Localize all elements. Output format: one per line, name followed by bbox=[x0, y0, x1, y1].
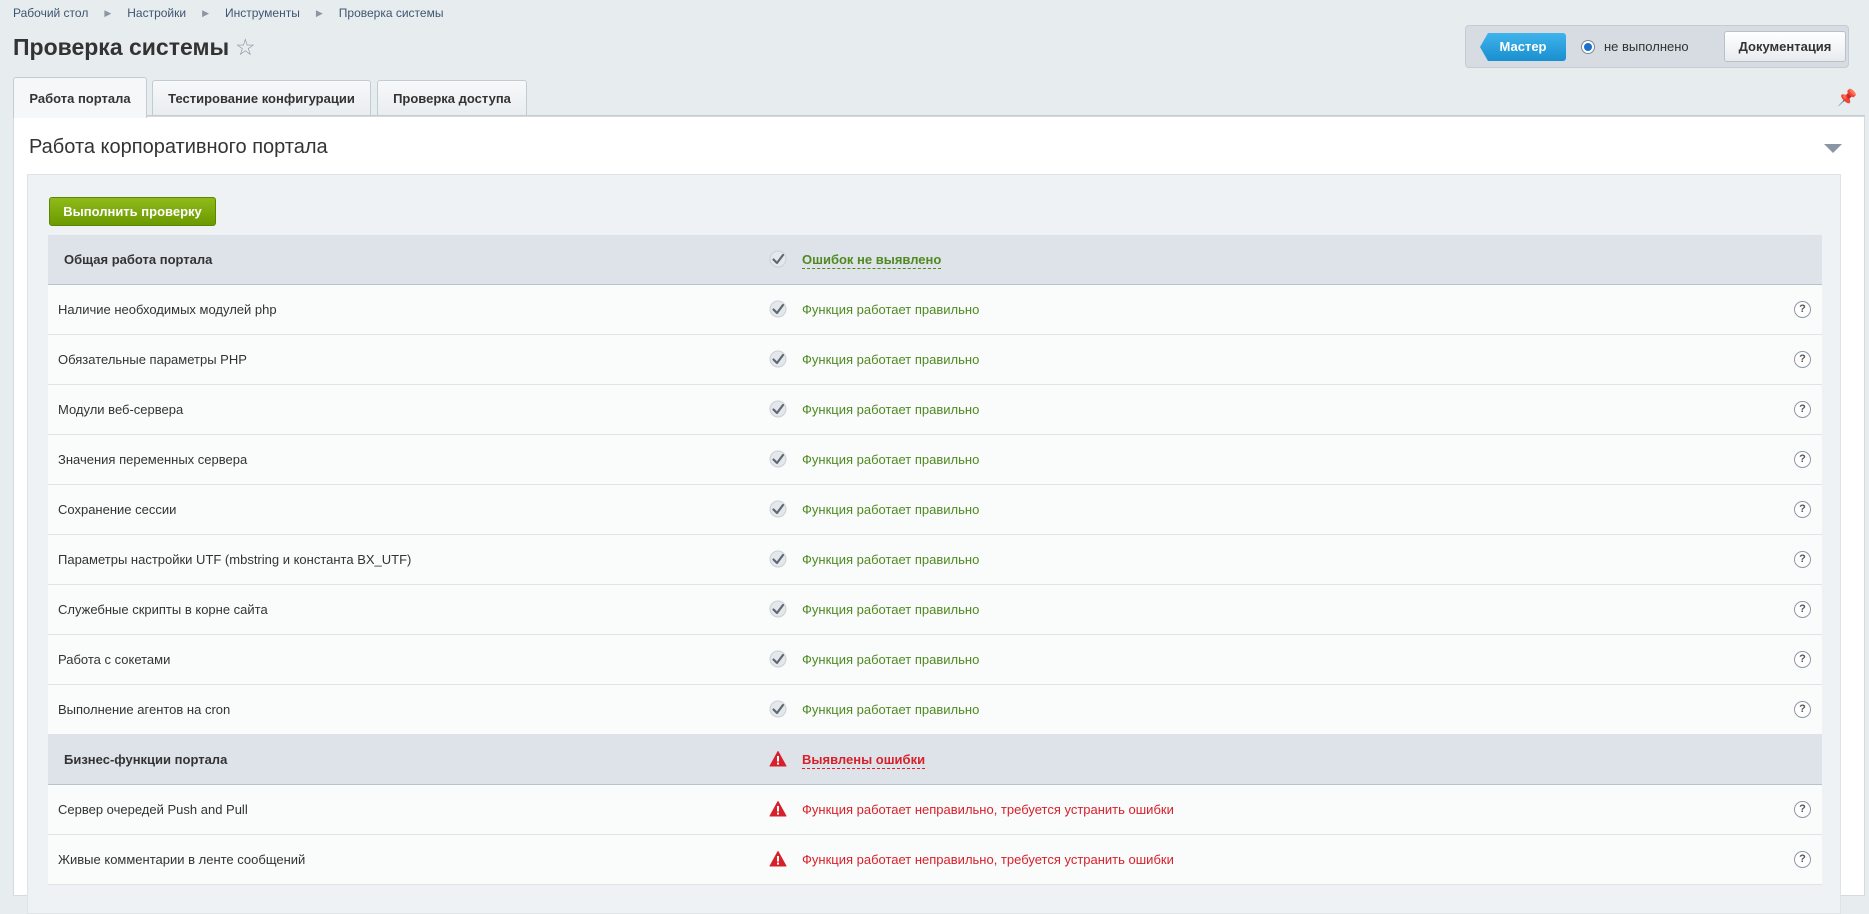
check-name: Бизнес-функции портала bbox=[64, 752, 228, 767]
master-button[interactable]: Мастер bbox=[1480, 33, 1566, 61]
warning-icon bbox=[769, 750, 787, 768]
check-icon bbox=[769, 450, 787, 468]
wizard-panel: Мастер не выполнено Документация bbox=[1465, 25, 1849, 68]
check-status: Функция работает правильно bbox=[802, 352, 980, 367]
check-status: Функция работает правильно bbox=[802, 702, 980, 717]
check-name: Служебные скрипты в корне сайта bbox=[58, 602, 268, 617]
check-name: Модули веб-сервера bbox=[58, 402, 184, 417]
group-row: Бизнес-функции портала Выявлены ошибки bbox=[48, 735, 1822, 785]
table-row: Работа с сокетами Функция работает правил… bbox=[48, 635, 1822, 685]
group-row: Общая работа портала Ошибок не выявлено bbox=[48, 235, 1822, 285]
help-icon[interactable]: ? bbox=[1794, 301, 1811, 318]
check-name: Наличие необходимых модулей php bbox=[58, 302, 277, 317]
check-icon bbox=[769, 600, 787, 618]
help-icon[interactable]: ? bbox=[1794, 501, 1811, 518]
collapse-icon[interactable] bbox=[1824, 144, 1842, 153]
table-row: Сохранение сессии Функция работает правил… bbox=[48, 485, 1822, 535]
help-icon[interactable]: ? bbox=[1794, 851, 1811, 868]
pin-icon[interactable]: 📌 bbox=[1837, 88, 1857, 108]
check-status[interactable]: Ошибок не выявлено bbox=[802, 252, 942, 269]
breadcrumb-item-current[interactable]: Проверка системы bbox=[339, 6, 444, 20]
table-row: Выполнение агентов на cron Функция работа… bbox=[48, 685, 1822, 735]
check-status: Функция работает правильно bbox=[802, 552, 980, 567]
check-name: Выполнение агентов на cron bbox=[58, 702, 231, 717]
breadcrumb: Рабочий стол ▶ Настройки ▶ Инструменты ▶… bbox=[13, 6, 443, 20]
table-row: Значения переменных сервера Функция работ… bbox=[48, 435, 1822, 485]
check-name: Обязательные параметры PHP bbox=[58, 352, 247, 367]
page-title: Проверка системы bbox=[13, 34, 230, 60]
help-icon[interactable]: ? bbox=[1794, 651, 1811, 668]
help-icon[interactable]: ? bbox=[1794, 601, 1811, 618]
check-icon bbox=[769, 250, 787, 268]
check-icon bbox=[769, 350, 787, 368]
help-icon[interactable]: ? bbox=[1794, 451, 1811, 468]
check-icon bbox=[769, 550, 787, 568]
check-status: Функция работает неправильно, требуется … bbox=[802, 802, 1174, 817]
breadcrumb-item-settings[interactable]: Настройки bbox=[127, 6, 186, 20]
check-icon bbox=[769, 300, 787, 318]
check-name: Живые комментарии в ленте сообщений bbox=[58, 852, 306, 867]
check-status: Функция работает правильно bbox=[802, 302, 980, 317]
check-name: Сервер очередей Push and Pull bbox=[58, 802, 248, 817]
help-icon[interactable]: ? bbox=[1794, 551, 1811, 568]
tab-portal-work[interactable]: Работа портала bbox=[13, 77, 147, 118]
check-name: Работа с сокетами bbox=[58, 652, 171, 667]
check-name: Параметры настройки UTF (mbstring и конс… bbox=[58, 552, 412, 567]
status-indicator-icon bbox=[1581, 40, 1595, 54]
warning-icon bbox=[769, 800, 787, 818]
help-icon[interactable]: ? bbox=[1794, 701, 1811, 718]
check-panel: Выполнить проверку Общая работа портала О… bbox=[27, 174, 1841, 914]
help-icon[interactable]: ? bbox=[1794, 801, 1811, 818]
table-row: Служебные скрипты в корне сайта Функция р… bbox=[48, 585, 1822, 635]
check-status: Функция работает правильно bbox=[802, 602, 980, 617]
check-status: Функция работает правильно bbox=[802, 402, 980, 417]
star-icon[interactable]: ☆ bbox=[235, 34, 256, 61]
tab-access-check[interactable]: Проверка доступа bbox=[377, 80, 527, 116]
check-icon bbox=[769, 650, 787, 668]
section-title: Работа корпоративного портала bbox=[29, 136, 328, 158]
check-name: Сохранение сессии bbox=[58, 502, 177, 517]
check-status: Функция работает правильно bbox=[802, 502, 980, 517]
breadcrumb-item-tools[interactable]: Инструменты bbox=[225, 6, 300, 20]
check-name: Значения переменных сервера bbox=[58, 452, 248, 467]
check-icon bbox=[769, 700, 787, 718]
check-status: Функция работает правильно bbox=[802, 652, 980, 667]
check-icon bbox=[769, 400, 787, 418]
check-status: Функция работает неправильно, требуется … bbox=[802, 852, 1174, 867]
main-panel: Работа корпоративного портала Выполнить … bbox=[13, 116, 1865, 914]
check-name: Общая работа портала bbox=[64, 252, 213, 267]
chevron-right-icon: ▶ bbox=[315, 7, 323, 18]
documentation-button[interactable]: Документация bbox=[1724, 31, 1846, 62]
check-status: Функция работает правильно bbox=[802, 452, 980, 467]
table-row: Параметры настройки UTF (mbstring и конс… bbox=[48, 535, 1822, 585]
help-icon[interactable]: ? bbox=[1794, 351, 1811, 368]
check-table: Общая работа портала Ошибок не выявлено На… bbox=[48, 235, 1822, 885]
chevron-right-icon: ▶ bbox=[202, 7, 210, 18]
check-icon bbox=[769, 500, 787, 518]
check-status[interactable]: Выявлены ошибки bbox=[802, 752, 926, 769]
tab-config-testing[interactable]: Тестирование конфигурации bbox=[152, 80, 371, 116]
help-icon[interactable]: ? bbox=[1794, 401, 1811, 418]
table-row: Сервер очередей Push and Pull Функция раб… bbox=[48, 785, 1822, 835]
run-check-button[interactable]: Выполнить проверку bbox=[49, 197, 216, 226]
chevron-right-icon: ▶ bbox=[104, 7, 112, 18]
status-text: не выполнено bbox=[1604, 39, 1689, 54]
breadcrumb-item-desktop[interactable]: Рабочий стол bbox=[13, 6, 88, 20]
table-row: Наличие необходимых модулей php Функция р… bbox=[48, 285, 1822, 335]
table-row: Модули веб-сервера Функция работает прави… bbox=[48, 385, 1822, 435]
table-row: Обязательные параметры PHP Функция работа… bbox=[48, 335, 1822, 385]
table-row: Живые комментарии в ленте сообщений Функц… bbox=[48, 835, 1822, 885]
warning-icon bbox=[769, 850, 787, 868]
